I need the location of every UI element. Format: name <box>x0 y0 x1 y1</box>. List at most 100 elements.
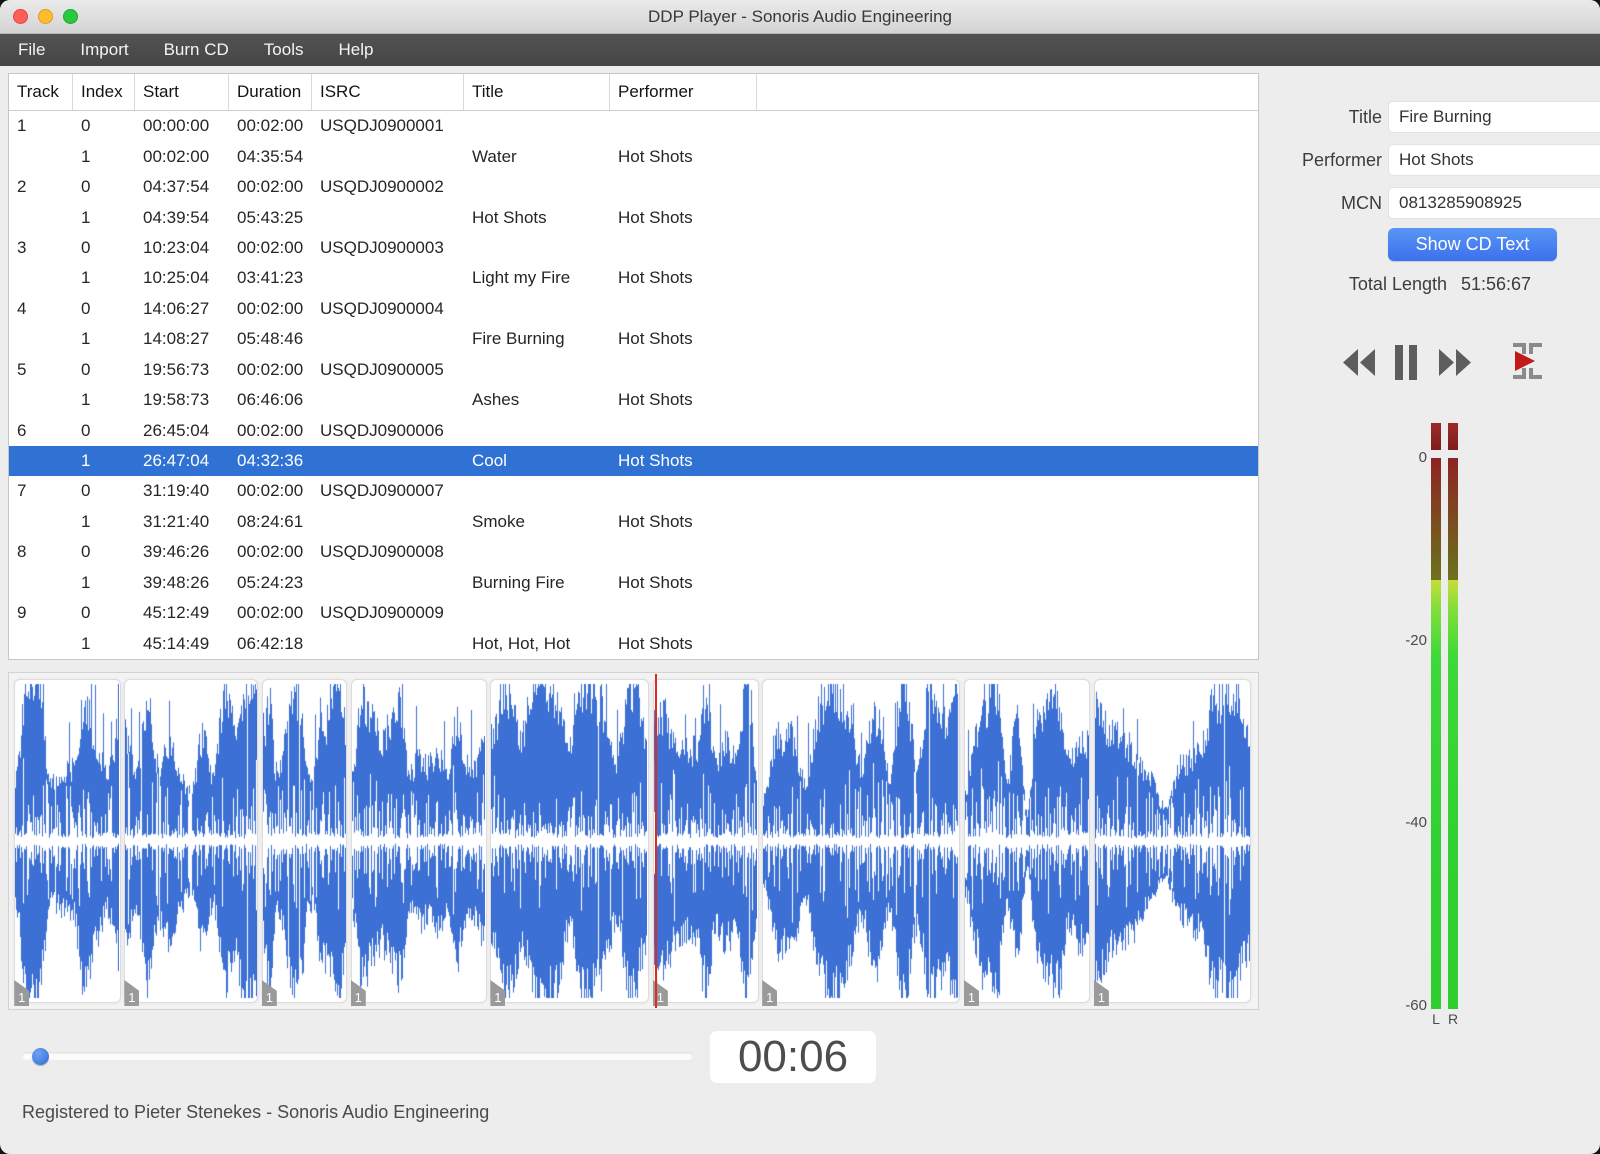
field-row-title: Title <box>1292 101 1600 133</box>
table-row[interactable]: 6 0 26:45:04 00:02:00 USQDJ0900006 <box>9 415 1258 445</box>
menu-item-help[interactable]: Help <box>338 40 373 60</box>
cell-performer: Hot Shots <box>618 146 693 166</box>
cell-track: 9 <box>17 603 27 623</box>
table-row[interactable]: 1 14:08:27 05:48:46 Fire Burning Hot Shots <box>9 324 1258 354</box>
cell-index: 0 <box>81 542 91 562</box>
table-row[interactable]: 9 0 45:12:49 00:02:00 USQDJ0900009 <box>9 598 1258 628</box>
seek-slider-thumb[interactable] <box>32 1048 50 1065</box>
menu-item-burn-cd[interactable]: Burn CD <box>164 40 229 60</box>
cell-index: 1 <box>81 146 91 166</box>
table-row[interactable]: 8 0 39:46:26 00:02:00 USQDJ0900008 <box>9 537 1258 567</box>
cell-duration: 00:02:00 <box>237 116 304 136</box>
play-marker-button[interactable] <box>1512 342 1543 380</box>
cell-start: 00:00:00 <box>143 116 210 136</box>
cell-performer: Hot Shots <box>618 268 693 288</box>
cell-start: 14:08:27 <box>143 329 210 349</box>
menu-item-import[interactable]: Import <box>80 40 128 60</box>
cell-isrc: USQDJ0900005 <box>320 359 444 379</box>
cell-track: 1 <box>17 116 27 136</box>
pause-icon <box>1395 345 1417 380</box>
waveform-segment[interactable] <box>124 679 259 1003</box>
fast-forward-button[interactable] <box>1438 347 1472 378</box>
waveform-segment[interactable] <box>261 679 348 1003</box>
table-row[interactable]: 3 0 10:23:04 00:02:00 USQDJ0900003 <box>9 233 1258 263</box>
cell-duration: 05:24:23 <box>237 572 304 592</box>
table-row[interactable]: 1 00:02:00 04:35:54 Water Hot Shots <box>9 141 1258 171</box>
column-header-track[interactable]: Track <box>9 74 73 110</box>
cell-performer: Hot Shots <box>618 207 693 227</box>
cell-duration: 03:41:23 <box>237 268 304 288</box>
column-header-duration[interactable]: Duration <box>229 74 312 110</box>
cell-start: 39:48:26 <box>143 572 210 592</box>
table-row[interactable]: 4 0 14:06:27 00:02:00 USQDJ0900004 <box>9 294 1258 324</box>
cell-performer: Hot Shots <box>618 572 693 592</box>
cell-index: 0 <box>81 359 91 379</box>
cell-title: Ashes <box>472 390 520 410</box>
table-row[interactable]: 1 26:47:04 04:32:36 Cool Hot Shots <box>9 445 1258 477</box>
cell-performer: Hot Shots <box>618 329 693 349</box>
menu-item-file[interactable]: File <box>18 40 45 60</box>
registration-text: Registered to Pieter Stenekes - Sonoris … <box>22 1102 490 1122</box>
cell-start: 04:39:54 <box>143 207 210 227</box>
waveform-segment[interactable] <box>762 679 961 1003</box>
table-row[interactable]: 5 0 19:56:73 00:02:00 USQDJ0900005 <box>9 355 1258 385</box>
table-row[interactable]: 1 31:21:40 08:24:61 Smoke Hot Shots <box>9 507 1258 537</box>
waveform-panel[interactable]: 111111111 <box>8 672 1259 1010</box>
seek-slider-track[interactable] <box>22 1052 693 1060</box>
table-row[interactable]: 2 0 04:37:54 00:02:00 USQDJ0900002 <box>9 172 1258 202</box>
table-row[interactable]: 1 19:58:73 06:46:06 Ashes Hot Shots <box>9 385 1258 415</box>
waveform-canvas <box>653 680 757 1002</box>
waveform-segment[interactable] <box>652 679 759 1003</box>
cell-isrc: USQDJ0900001 <box>320 116 444 136</box>
column-header-isrc[interactable]: ISRC <box>312 74 464 110</box>
field-input-title[interactable] <box>1388 101 1600 133</box>
cell-start: 04:37:54 <box>143 177 210 197</box>
cell-start: 00:02:00 <box>143 146 210 166</box>
cell-title: Water <box>472 146 517 166</box>
column-header-title[interactable]: Title <box>464 74 610 110</box>
column-header-start[interactable]: Start <box>135 74 229 110</box>
playhead-cursor[interactable] <box>655 674 658 1008</box>
cell-start: 19:58:73 <box>143 390 210 410</box>
play-marker-icon <box>1513 343 1542 379</box>
waveform-segment[interactable] <box>14 679 121 1003</box>
column-header-performer[interactable]: Performer <box>610 74 757 110</box>
cell-duration: 00:02:00 <box>237 542 304 562</box>
cell-title: Hot Shots <box>472 207 547 227</box>
meter-scale-label: -40 <box>1405 814 1427 832</box>
cell-isrc: USQDJ0900009 <box>320 603 444 623</box>
pause-button[interactable] <box>1395 345 1417 380</box>
show-cd-text-button[interactable]: Show CD Text <box>1388 228 1557 261</box>
cell-duration: 06:46:06 <box>237 390 304 410</box>
cell-index: 1 <box>81 572 91 592</box>
cell-title: Burning Fire <box>472 572 565 592</box>
cell-title: Light my Fire <box>472 268 571 288</box>
cell-index: 1 <box>81 329 91 349</box>
meter-scale-label: -60 <box>1405 997 1427 1015</box>
waveform-segment[interactable] <box>1093 679 1252 1003</box>
cell-start: 10:25:04 <box>143 268 210 288</box>
rewind-button[interactable] <box>1342 347 1376 378</box>
table-row[interactable]: 1 04:39:54 05:43:25 Hot Shots Hot Shots <box>9 202 1258 232</box>
table-row[interactable]: 1 39:48:26 05:24:23 Burning Fire Hot Shots <box>9 568 1258 598</box>
field-input-mcn[interactable] <box>1388 187 1600 219</box>
cell-index: 1 <box>81 633 91 653</box>
table-row[interactable]: 1 0 00:00:00 00:02:00 USQDJ0900001 <box>9 111 1258 141</box>
table-row[interactable]: 1 45:14:49 06:42:18 Hot, Hot, Hot Hot Shots <box>9 628 1258 658</box>
meter-channel-label: L <box>1432 1011 1440 1027</box>
menu-item-tools[interactable]: Tools <box>264 40 304 60</box>
field-label-title: Title <box>1348 106 1382 127</box>
column-header-index[interactable]: Index <box>73 74 135 110</box>
track-table: Track Index Start Duration ISRC Title Performe… <box>8 73 1259 660</box>
waveform-segment[interactable] <box>490 679 650 1003</box>
cell-duration: 06:42:18 <box>237 633 304 653</box>
waveform-segment[interactable] <box>350 679 487 1003</box>
table-row[interactable]: 7 0 31:19:40 00:02:00 USQDJ0900007 <box>9 476 1258 506</box>
app-window: DDP Player - Sonoris Audio Engineering F… <box>0 0 1600 1154</box>
field-input-performer[interactable] <box>1388 144 1600 176</box>
table-row[interactable]: 1 10:25:04 03:41:23 Light my Fire Hot Shots <box>9 263 1258 293</box>
waveform-segment[interactable] <box>963 679 1091 1003</box>
cell-duration: 00:02:00 <box>237 420 304 440</box>
meter-scale-label: -20 <box>1405 631 1427 649</box>
cell-track: 6 <box>17 420 27 440</box>
